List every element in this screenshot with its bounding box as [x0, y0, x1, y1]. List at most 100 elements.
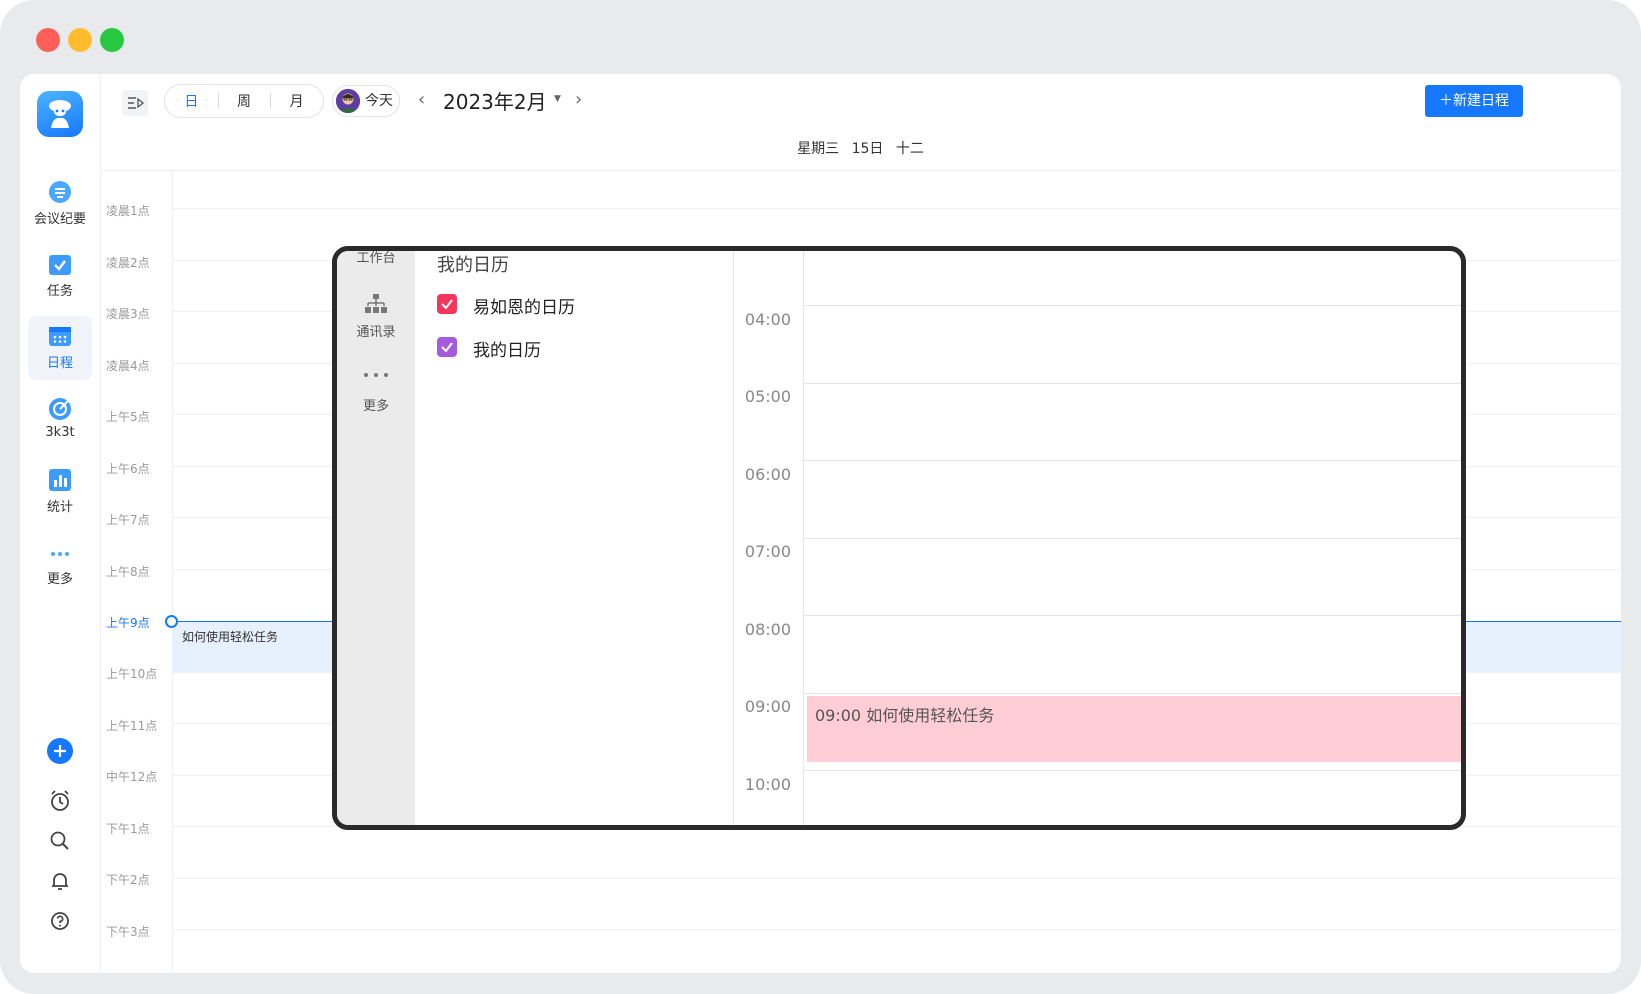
view-day-tab[interactable]: 日	[165, 91, 218, 111]
contacts-icon	[365, 294, 387, 313]
time-label: 凌晨3点	[106, 307, 150, 321]
zoom-hour-line	[803, 770, 1461, 771]
zoom-time-gutter: 04:00 05:00 06:00 07:00 08:00 09:00 10:0…	[733, 251, 804, 825]
time-label: 上午5点	[106, 410, 150, 424]
plus-icon: ＋	[1439, 93, 1453, 109]
more-icon	[51, 552, 69, 556]
zoom-time-label: 08:00	[744, 620, 791, 639]
today-label: 今天	[365, 93, 393, 109]
sidebar-item-label: 日程	[46, 356, 73, 371]
sidebar-item-3k3t[interactable]: 3k3t	[28, 389, 92, 453]
view-week-tab[interactable]: 周	[217, 91, 271, 111]
zoom-event-text: 09:00 如何使用轻松任务	[815, 706, 995, 725]
help-icon[interactable]	[46, 907, 74, 935]
sidebar-item-more[interactable]: 更多	[28, 532, 92, 596]
avatar	[336, 89, 360, 113]
close-window-button[interactable]	[36, 28, 60, 52]
prev-month-button[interactable]: ‹	[418, 90, 425, 110]
zoom-hour-line	[803, 693, 1461, 694]
time-label: 下午1点	[106, 822, 150, 836]
zoom-time-label: 10:00	[744, 775, 791, 794]
new-event-button[interactable]: ＋新建日程	[1425, 85, 1523, 117]
zoom-calendar-list: 我的日历 易如恩的日历 我的日历	[415, 251, 734, 825]
view-month-tab[interactable]: 月	[270, 91, 323, 111]
zoom-hour-line	[803, 538, 1461, 539]
search-icon[interactable]	[46, 827, 74, 855]
time-label: 上午10点	[106, 667, 158, 681]
calendar-label: 易如恩的日历	[473, 298, 575, 318]
my-calendars-heading: 我的日历	[437, 255, 509, 276]
sidebar-item-task[interactable]: 任务	[28, 244, 92, 308]
zoom-sidebar-item-contacts[interactable]: 通讯录	[337, 321, 415, 340]
time-label: 中午12点	[106, 770, 158, 784]
calendar-checkbox-yiruen[interactable]	[437, 294, 457, 314]
calendar-checkbox-mine[interactable]	[437, 337, 457, 357]
time-label: 上午6点	[106, 462, 150, 476]
zoom-time-label: 07:00	[744, 542, 791, 561]
hour-line	[172, 929, 1621, 930]
hour-line	[172, 208, 1621, 209]
zoom-time-label: 09:00	[744, 697, 791, 716]
hour-line	[172, 878, 1621, 879]
zoom-hour-line	[803, 305, 1461, 306]
view-switcher: 日 周 月	[164, 84, 324, 118]
weekday-label: 星期三	[797, 141, 840, 157]
sidebar-toggle-button[interactable]	[122, 90, 148, 116]
time-label: 下午2点	[106, 873, 150, 887]
zoom-hour-line	[803, 615, 1461, 616]
time-label: 下午3点	[106, 925, 150, 939]
sidebar-item-label: 任务	[46, 284, 73, 299]
zoom-window-button[interactable]	[100, 28, 124, 52]
zoom-time-label: 05:00	[744, 387, 791, 406]
sidebar-item-label: 更多	[46, 572, 73, 587]
zoom-time-label: 06:00	[744, 465, 791, 484]
day-header: 星期三 15日 十二	[100, 134, 1621, 171]
event-title: 如何使用轻松任务	[182, 630, 279, 644]
check-icon	[441, 342, 453, 353]
task-icon	[49, 255, 71, 275]
time-label: 上午8点	[106, 565, 150, 579]
sidebar-item-meeting-notes[interactable]: 会议纪要	[28, 172, 92, 236]
check-icon	[441, 299, 453, 310]
time-label: 凌晨1点	[106, 204, 150, 218]
zoom-sidebar-item-more[interactable]: 更多	[337, 395, 415, 414]
zoom-callout: 工作台 通讯录 更多 我的日历 易如恩的日历 我的日历 04:00 05:00 …	[332, 246, 1466, 830]
alarm-icon[interactable]	[46, 787, 74, 815]
current-time-dot	[165, 615, 178, 628]
date-label: 15日	[851, 141, 884, 157]
calendar-icon	[49, 327, 71, 346]
sidebar-item-calendar[interactable]: 日程	[28, 316, 92, 380]
zoom-hour-line	[803, 460, 1461, 461]
sidebar-item-label: 3k3t	[45, 425, 75, 440]
new-event-label: 新建日程	[1453, 93, 1509, 109]
add-icon[interactable]	[46, 737, 74, 765]
month-title[interactable]: 2023年2月	[443, 86, 547, 115]
sidebar-item-stats[interactable]: 统计	[28, 460, 92, 524]
time-label: 凌晨4点	[106, 359, 150, 373]
meeting-notes-icon	[49, 181, 71, 203]
sidebar-item-label: 会议纪要	[33, 212, 86, 227]
target-icon	[49, 398, 71, 420]
calendar-label: 我的日历	[473, 341, 541, 361]
time-label: 上午11点	[106, 719, 158, 733]
today-button[interactable]: 今天	[332, 85, 400, 117]
month-dropdown-icon[interactable]: ▼	[554, 94, 561, 104]
minimize-window-button[interactable]	[68, 28, 92, 52]
zoom-sidebar-item-workbench[interactable]: 工作台	[337, 251, 415, 266]
stats-icon	[49, 469, 71, 491]
zoom-sidebar: 工作台 通讯录 更多	[337, 251, 415, 825]
next-month-button[interactable]: ›	[575, 90, 582, 110]
zoom-time-label: 04:00	[744, 310, 791, 329]
bell-icon[interactable]	[46, 867, 74, 895]
sidebar-nav: 会议纪要 任务 日程 3k3t 统计 更多	[20, 74, 101, 973]
time-label: 上午7点	[106, 513, 150, 527]
lunar-date-label: 十二	[895, 141, 924, 157]
current-time-label: 上午9点	[106, 616, 150, 630]
time-label: 凌晨2点	[106, 256, 150, 270]
window-controls	[36, 28, 124, 52]
app-logo-icon	[37, 91, 83, 137]
more-icon	[364, 373, 388, 377]
zoom-event-block[interactable]: 09:00 如何使用轻松任务	[807, 696, 1461, 762]
sidebar-toggle-icon	[128, 97, 145, 109]
zoom-hour-line	[803, 383, 1461, 384]
